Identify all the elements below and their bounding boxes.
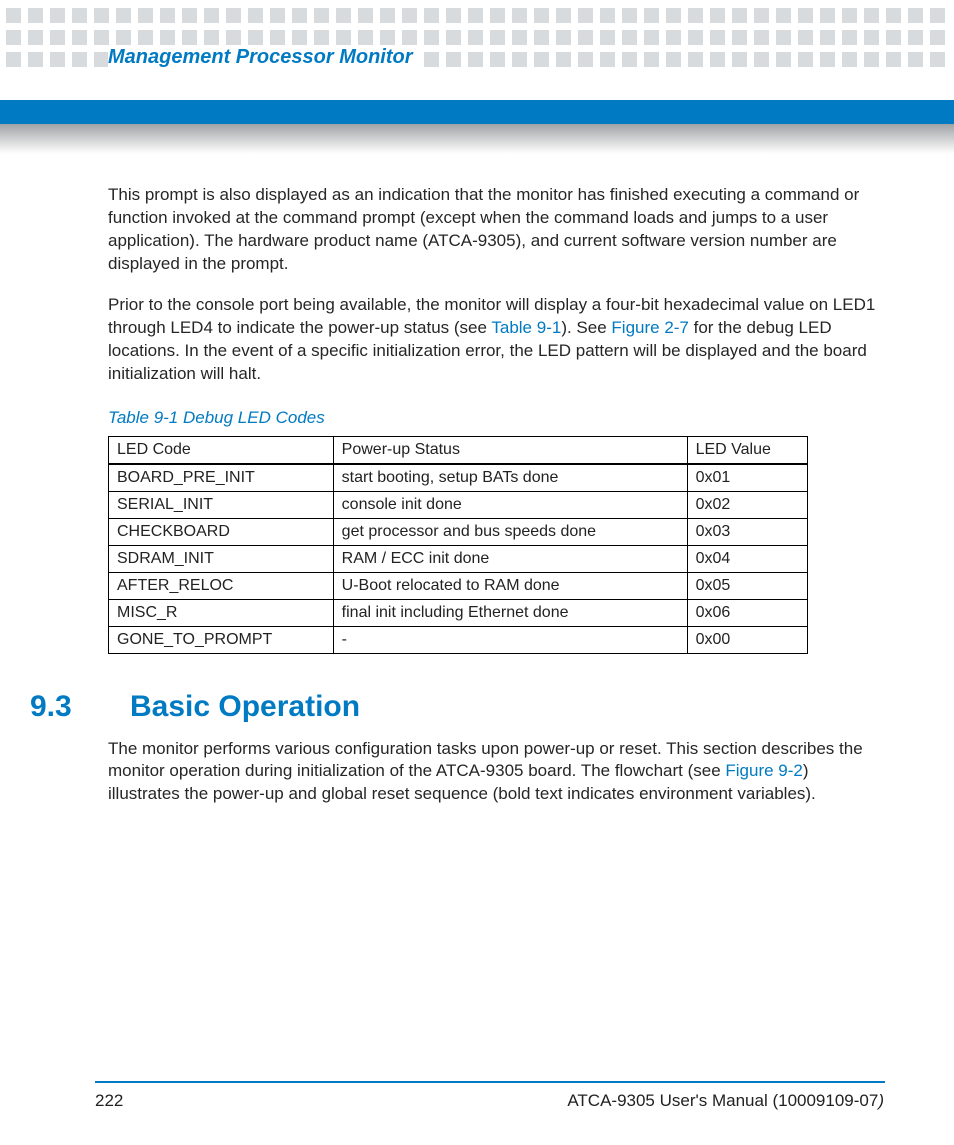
footer-manual-id: ATCA-9305 User's Manual (10009109-07) <box>567 1091 884 1111</box>
xref-figure-2-7[interactable]: Figure 2-7 <box>611 318 688 337</box>
table-cell: 0x01 <box>687 464 807 492</box>
table-cell: MISC_R <box>109 599 334 626</box>
table-cell: 0x02 <box>687 491 807 518</box>
table-cell: get processor and bus speeds done <box>333 518 687 545</box>
table-header-row: LED Code Power-up Status LED Value <box>109 436 808 464</box>
table-cell: start booting, setup BATs done <box>333 464 687 492</box>
table-row: AFTER_RELOCU-Boot relocated to RAM done0… <box>109 572 808 599</box>
xref-figure-9-2[interactable]: Figure 9-2 <box>725 761 802 780</box>
table-cell: SDRAM_INIT <box>109 545 334 572</box>
table-cell: 0x04 <box>687 545 807 572</box>
running-head: Management Processor Monitor <box>108 46 421 69</box>
table-row: GONE_TO_PROMPT-0x00 <box>109 626 808 653</box>
table-cell: RAM / ECC init done <box>333 545 687 572</box>
th-led-code: LED Code <box>109 436 334 464</box>
header-grey-gradient <box>0 124 954 154</box>
table-cell: final init including Ethernet done <box>333 599 687 626</box>
footer-manual-paren: ) <box>878 1091 884 1110</box>
th-led-value: LED Value <box>687 436 807 464</box>
th-powerup-status: Power-up Status <box>333 436 687 464</box>
footer-manual-text: ATCA-9305 User's Manual (10009109-07 <box>567 1091 878 1110</box>
table-row: BOARD_PRE_INITstart booting, setup BATs … <box>109 464 808 492</box>
table-cell: console init done <box>333 491 687 518</box>
section-number: 9.3 <box>30 690 92 724</box>
table-cell: SERIAL_INIT <box>109 491 334 518</box>
table-row: MISC_Rfinal init including Ethernet done… <box>109 599 808 626</box>
xref-table-9-1[interactable]: Table 9-1 <box>491 318 561 337</box>
paragraph-1: This prompt is also displayed as an indi… <box>108 184 883 276</box>
page-number: 222 <box>95 1091 123 1111</box>
table-cell: U-Boot relocated to RAM done <box>333 572 687 599</box>
table-cell: CHECKBOARD <box>109 518 334 545</box>
section-paragraph-1: The monitor performs various configurati… <box>108 738 883 807</box>
table-cell: 0x03 <box>687 518 807 545</box>
table-cell: GONE_TO_PROMPT <box>109 626 334 653</box>
table-row: CHECKBOARDget processor and bus speeds d… <box>109 518 808 545</box>
header-blue-bar <box>0 100 954 124</box>
table-cell: BOARD_PRE_INIT <box>109 464 334 492</box>
table-cell: - <box>333 626 687 653</box>
section-title: Basic Operation <box>130 690 360 724</box>
debug-led-table: LED Code Power-up Status LED Value BOARD… <box>108 436 808 654</box>
table-caption: Table 9-1 Debug LED Codes <box>108 408 883 428</box>
table-cell: 0x00 <box>687 626 807 653</box>
paragraph-2: Prior to the console port being availabl… <box>108 294 883 386</box>
table-cell: 0x05 <box>687 572 807 599</box>
table-row: SERIAL_INITconsole init done0x02 <box>109 491 808 518</box>
table-cell: AFTER_RELOC <box>109 572 334 599</box>
footer-rule <box>95 1081 885 1083</box>
table-cell: 0x06 <box>687 599 807 626</box>
paragraph-2-text-b: ). See <box>561 318 611 337</box>
table-row: SDRAM_INITRAM / ECC init done0x04 <box>109 545 808 572</box>
